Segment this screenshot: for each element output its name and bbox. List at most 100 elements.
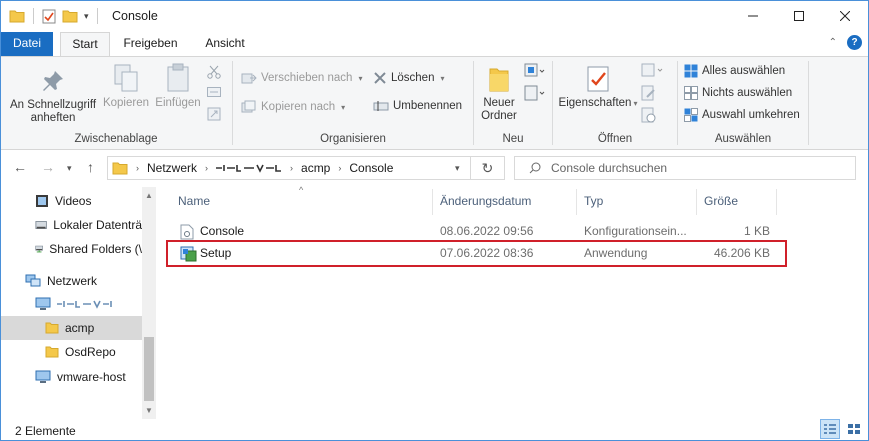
paste-button[interactable]: Einfügen xyxy=(153,63,203,110)
qat-dropdown-icon[interactable]: ▾ xyxy=(84,11,89,22)
chevron-right-icon[interactable]: › xyxy=(338,163,341,173)
address-bar[interactable]: › Netzwerk › › acmp › Console xyxy=(107,156,505,180)
help-icon[interactable]: ? xyxy=(847,35,862,50)
scroll-up-icon[interactable]: ▲ xyxy=(145,191,153,200)
nav-item-local-disk[interactable]: Lokaler Datenträ xyxy=(1,213,142,237)
nav-item-shared-folders[interactable]: Shared Folders (\ xyxy=(1,237,142,261)
nav-item-osdrepo[interactable]: OsdRepo xyxy=(1,340,142,364)
computer-icon xyxy=(35,370,51,383)
rename-button[interactable]: Umbenennen xyxy=(373,100,462,112)
copy-button[interactable]: Kopieren xyxy=(99,63,153,110)
new-item-icon[interactable] xyxy=(524,63,546,79)
nav-item-network[interactable]: Netzwerk xyxy=(1,269,142,293)
maximize-button[interactable] xyxy=(776,1,822,31)
paste-label: Einfügen xyxy=(155,97,201,109)
properties-button[interactable]: Eigenschaften ▾ xyxy=(557,65,639,110)
folder-icon xyxy=(9,10,25,23)
nav-item-vmware-host[interactable]: vmware-host xyxy=(1,365,142,389)
recent-locations-chevron-icon[interactable]: ▾ xyxy=(67,163,72,174)
ribbon: An Schnellzugriff anheften Kopieren Einf… xyxy=(1,56,868,150)
back-arrow-icon[interactable]: ← xyxy=(13,159,27,175)
nav-item-host[interactable] xyxy=(1,292,142,316)
search-box[interactable]: Console durchsuchen xyxy=(514,156,856,180)
nav-item-label: Videos xyxy=(55,194,92,208)
easy-access-icon[interactable] xyxy=(524,85,546,101)
address-dropdown-icon[interactable]: ▾ xyxy=(455,163,460,174)
paste-shortcut-icon[interactable] xyxy=(207,107,221,121)
new-folder-icon[interactable] xyxy=(62,9,78,23)
nav-item-label: OsdRepo xyxy=(65,345,116,359)
column-divider[interactable] xyxy=(576,189,577,215)
explorer-window: ▾ Console Datei Start Freigeben Ansicht … xyxy=(0,0,869,441)
invert-selection-button[interactable]: Auswahl umkehren xyxy=(684,108,800,122)
tiles-view-button[interactable] xyxy=(844,419,864,439)
copy-to-icon xyxy=(241,100,256,113)
chevron-down-icon: ▾ xyxy=(440,73,445,83)
delete-label: Löschen xyxy=(391,72,435,84)
column-date[interactable]: Änderungsdatum xyxy=(440,194,531,208)
column-size[interactable]: Größe xyxy=(704,194,738,208)
search-input[interactable]: Console durchsuchen xyxy=(551,161,667,175)
separator xyxy=(96,8,98,24)
tab-ansicht[interactable]: Ansicht xyxy=(194,32,256,56)
nav-item-label: Shared Folders (\ xyxy=(49,242,142,256)
forward-arrow-icon[interactable]: → xyxy=(41,159,55,175)
tab-start[interactable]: Start xyxy=(60,32,110,57)
nav-item-label: vmware-host xyxy=(57,370,126,384)
network-icon xyxy=(25,274,41,287)
select-all-button[interactable]: Alles auswählen xyxy=(684,64,785,78)
chevron-down-icon: ▾ xyxy=(341,102,346,112)
computer-icon xyxy=(35,297,51,310)
table-row[interactable]: Console 08.06.2022 09:56 Konfigurationse… xyxy=(164,220,784,242)
details-view-button[interactable] xyxy=(820,419,840,439)
refresh-button[interactable]: ↻ xyxy=(470,156,504,180)
move-to-button[interactable]: Verschieben nach ▾ xyxy=(241,71,362,85)
history-icon[interactable] xyxy=(641,107,657,123)
properties-icon xyxy=(587,66,609,92)
copy-path-icon[interactable] xyxy=(207,87,221,97)
select-all-icon xyxy=(684,64,698,78)
column-divider[interactable] xyxy=(696,189,697,215)
column-name[interactable]: Name xyxy=(178,194,210,208)
breadcrumb-console[interactable]: Console xyxy=(349,161,393,175)
chevron-right-icon[interactable]: › xyxy=(205,163,208,173)
open-icon[interactable] xyxy=(641,63,665,77)
tab-freigeben[interactable]: Freigeben xyxy=(113,32,188,56)
properties-label: Eigenschaften xyxy=(558,97,632,109)
scroll-down-icon[interactable]: ▼ xyxy=(145,406,153,415)
chevron-right-icon[interactable]: › xyxy=(290,163,293,173)
nav-item-videos[interactable]: Videos xyxy=(1,189,142,213)
folder-icon xyxy=(112,162,128,175)
properties-icon[interactable] xyxy=(42,9,56,24)
invert-selection-label: Auswahl umkehren xyxy=(702,109,800,121)
column-divider[interactable] xyxy=(776,189,777,215)
column-divider[interactable] xyxy=(432,189,433,215)
collapse-ribbon-icon[interactable]: ⌃ xyxy=(829,37,837,48)
up-arrow-icon[interactable]: ↑ xyxy=(87,159,94,175)
highlight-box xyxy=(166,240,787,267)
title-bar: ▾ Console xyxy=(1,1,868,32)
breadcrumb-acmp[interactable]: acmp xyxy=(301,161,330,175)
cut-icon[interactable] xyxy=(207,65,221,79)
breadcrumb-netzwerk[interactable]: Netzwerk xyxy=(147,161,197,175)
group-label-organize: Organisieren xyxy=(320,133,386,145)
select-none-button[interactable]: Nichts auswählen xyxy=(684,86,792,100)
copy-to-button[interactable]: Kopieren nach ▾ xyxy=(241,100,345,114)
nav-scrollbar[interactable]: ▲ ▼ xyxy=(142,187,156,419)
close-button[interactable] xyxy=(822,1,868,31)
tab-datei[interactable]: Datei xyxy=(1,32,53,56)
nav-item-acmp[interactable]: acmp xyxy=(1,316,142,340)
file-size: 1 KB xyxy=(743,224,770,238)
pin-icon xyxy=(43,71,63,91)
minimize-button[interactable] xyxy=(730,1,776,31)
delete-button[interactable]: Löschen ▾ xyxy=(373,71,445,85)
edit-icon[interactable] xyxy=(641,85,657,101)
redacted-host-icon[interactable] xyxy=(216,163,282,173)
scroll-thumb[interactable] xyxy=(144,337,154,401)
pin-quick-access-button[interactable]: An Schnellzugriff anheften xyxy=(7,69,99,125)
column-type[interactable]: Typ xyxy=(584,194,603,208)
new-folder-icon xyxy=(489,68,509,92)
paste-icon xyxy=(167,63,189,92)
new-folder-button[interactable]: Neuer Ordner xyxy=(476,65,522,123)
chevron-right-icon[interactable]: › xyxy=(136,163,139,173)
